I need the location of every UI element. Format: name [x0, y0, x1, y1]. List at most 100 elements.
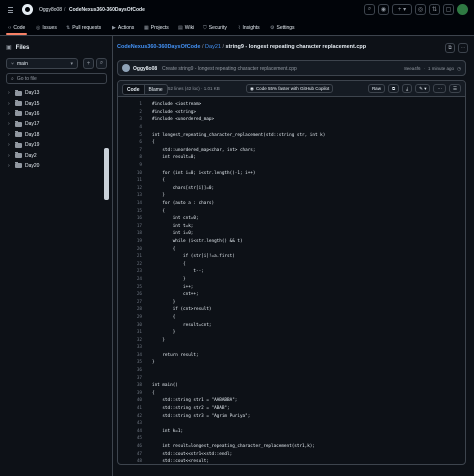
tab-security[interactable]: ⛉ Security: [203, 23, 227, 32]
tab-settings[interactable]: ⚙ Settings: [270, 23, 295, 32]
line-number[interactable]: 30: [118, 323, 152, 328]
plus-icon[interactable]: + ▾: [392, 4, 412, 15]
line-number[interactable]: 1: [118, 102, 152, 107]
tree-folder[interactable]: › Day15: [6, 98, 104, 108]
tree-folder[interactable]: › Day2: [6, 150, 104, 160]
line-number[interactable]: 45: [118, 436, 152, 441]
search-icon[interactable]: ⌕: [364, 4, 375, 15]
line-number[interactable]: 35: [118, 360, 152, 365]
collapse-sidebar-icon[interactable]: ▣: [6, 44, 12, 51]
github-logo-icon[interactable]: [22, 4, 33, 15]
line-number[interactable]: 6: [118, 140, 152, 145]
line-number[interactable]: 42: [118, 414, 152, 419]
line-number[interactable]: 20: [118, 247, 152, 252]
add-file-button[interactable]: +: [83, 58, 94, 69]
line-number[interactable]: 39: [118, 391, 152, 396]
blame-tab[interactable]: Blame: [145, 85, 167, 94]
tab-actions[interactable]: ▶ Actions: [112, 23, 134, 32]
breadcrumb-dir-link[interactable]: Day21: [205, 44, 221, 50]
line-number[interactable]: 44: [118, 429, 152, 434]
line-number[interactable]: 24: [118, 277, 152, 282]
notifications-icon[interactable]: ▢: [443, 4, 454, 15]
line-number[interactable]: 3: [118, 117, 152, 122]
line-number[interactable]: 19: [118, 239, 152, 244]
line-number[interactable]: 17: [118, 224, 152, 229]
branch-selector[interactable]: ⑂ main ▾: [6, 58, 78, 69]
line-number[interactable]: 40: [118, 398, 152, 403]
copilot-button[interactable]: ◉ Code 55% faster with GitHub Copilot: [246, 84, 334, 93]
history-icon[interactable]: ◷: [457, 66, 461, 72]
repo-owner-link[interactable]: Oggy8o08: [39, 7, 62, 13]
line-number[interactable]: 29: [118, 315, 152, 320]
tree-folder[interactable]: › Day13: [6, 88, 104, 98]
line-number[interactable]: 27: [118, 300, 152, 305]
symbols-panel-icon[interactable]: ☰: [448, 84, 461, 93]
line-number[interactable]: 8: [118, 155, 152, 160]
line-number[interactable]: 23: [118, 269, 152, 274]
line-number[interactable]: 14: [118, 201, 152, 206]
line-number[interactable]: 4: [118, 125, 152, 130]
more-options-icon[interactable]: ⋯: [433, 84, 446, 93]
goto-file-input[interactable]: ⌕ Go to file: [6, 73, 107, 84]
line-number[interactable]: 25: [118, 285, 152, 290]
line-number[interactable]: 5: [118, 133, 152, 138]
tab-pull-requests[interactable]: ⇅ Pull requests: [66, 23, 101, 32]
more-options-icon[interactable]: ⋯: [458, 43, 468, 53]
line-number[interactable]: 16: [118, 216, 152, 221]
repo-name-link[interactable]: CodeNexus360-360DaysOfCode: [69, 7, 145, 13]
line-number[interactable]: 2: [118, 110, 152, 115]
line-number[interactable]: 36: [118, 368, 152, 373]
pull-requests-icon[interactable]: ⇅: [429, 4, 440, 15]
tab-wiki[interactable]: ▤ Wiki: [178, 23, 194, 32]
code-tab[interactable]: Code: [123, 85, 145, 94]
line-number[interactable]: 13: [118, 193, 152, 198]
line-number[interactable]: 11: [118, 178, 152, 183]
commit-author[interactable]: Oggy8o08: [133, 66, 157, 72]
line-number[interactable]: 26: [118, 292, 152, 297]
search-files-button[interactable]: ⌕: [96, 58, 107, 69]
line-number[interactable]: 15: [118, 209, 152, 214]
line-number[interactable]: 48: [118, 459, 152, 464]
line-number[interactable]: 34: [118, 353, 152, 358]
line-number[interactable]: 22: [118, 262, 152, 267]
tab-projects[interactable]: ▦ Projects: [144, 23, 169, 32]
line-number[interactable]: 37: [118, 376, 152, 381]
breadcrumb-repo-link[interactable]: CodeNexus360-360DaysOfCode: [117, 44, 200, 50]
line-number[interactable]: 32: [118, 338, 152, 343]
line-number[interactable]: 31: [118, 330, 152, 335]
line-number[interactable]: 47: [118, 452, 152, 457]
copilot-icon[interactable]: ◉: [378, 4, 389, 15]
line-number[interactable]: 12: [118, 186, 152, 191]
raw-button[interactable]: Raw: [367, 84, 385, 93]
line-number[interactable]: 43: [118, 421, 152, 426]
line-number[interactable]: 21: [118, 254, 152, 259]
copy-icon[interactable]: ⧉: [387, 84, 400, 93]
tree-folder[interactable]: › Day20: [6, 161, 104, 171]
sidebar-scrollbar[interactable]: [104, 148, 109, 200]
tree-folder[interactable]: › Day17: [6, 119, 104, 129]
tree-folder[interactable]: › Day19: [6, 140, 104, 150]
tab-code[interactable]: ‹› Code: [5, 23, 28, 35]
line-number[interactable]: 38: [118, 383, 152, 388]
line-number[interactable]: 33: [118, 345, 152, 350]
copy-path-icon[interactable]: ⧉: [445, 43, 455, 53]
line-number[interactable]: 46: [118, 444, 152, 449]
avatar[interactable]: [457, 4, 468, 15]
tree-folder[interactable]: › Day18: [6, 130, 104, 140]
line-number[interactable]: 10: [118, 171, 152, 176]
line-number[interactable]: 9: [118, 163, 152, 168]
edit-icon[interactable]: ✎ ▾: [415, 84, 431, 93]
line-number[interactable]: 7: [118, 148, 152, 153]
author-avatar[interactable]: [122, 64, 130, 72]
menu-icon[interactable]: [8, 7, 13, 13]
line-number[interactable]: 28: [118, 307, 152, 312]
commit-hash[interactable]: 8eea4f6: [404, 66, 420, 72]
tree-folder[interactable]: › Day16: [6, 109, 104, 119]
commit-message[interactable]: Create string9 - longest repeating chara…: [162, 66, 297, 72]
line-number[interactable]: 41: [118, 406, 152, 411]
download-icon[interactable]: ⤓: [402, 84, 413, 93]
line-number[interactable]: 18: [118, 231, 152, 236]
tab-issues[interactable]: ◎ Issues: [36, 23, 57, 32]
issues-icon[interactable]: ◎: [415, 4, 426, 15]
tab-insights[interactable]: ⌇ Insights: [238, 23, 260, 32]
